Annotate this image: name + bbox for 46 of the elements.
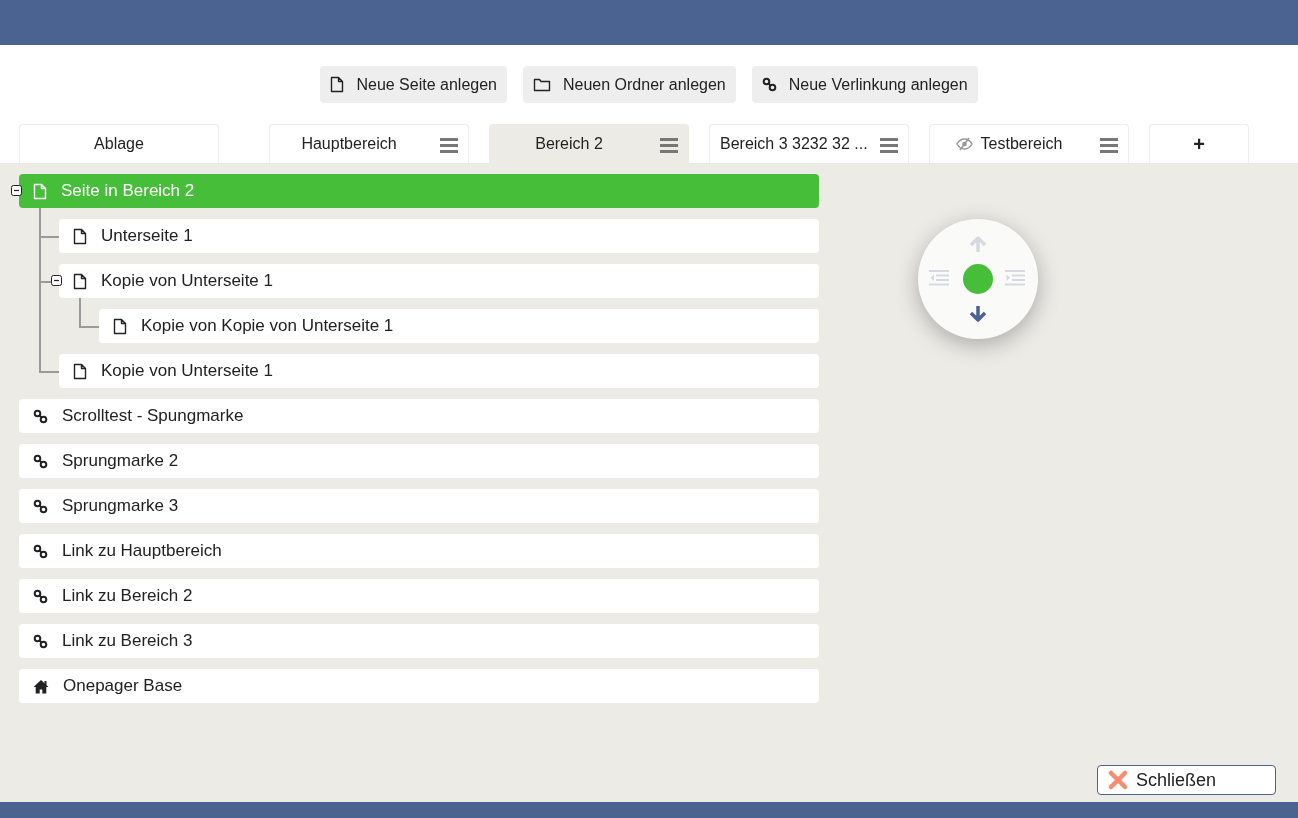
link-item[interactable]: Link zu Bereich 2 bbox=[19, 579, 819, 613]
house-icon bbox=[33, 678, 49, 694]
menu-icon bbox=[440, 137, 458, 153]
tab[interactable]: Bereich 3 3232 32 ... bbox=[709, 124, 909, 163]
move-down-button[interactable] bbox=[969, 305, 987, 323]
file-icon bbox=[73, 227, 87, 245]
add-tab[interactable]: + bbox=[1149, 124, 1249, 163]
link-item[interactable]: Sprungmarke 2 bbox=[19, 444, 819, 478]
chain-link-icon bbox=[33, 498, 48, 514]
new-item-button[interactable]: Neuen Ordner anlegen bbox=[523, 66, 736, 103]
link-item[interactable]: Link zu Hauptbereich bbox=[19, 534, 819, 568]
file-icon bbox=[330, 76, 345, 93]
close-button[interactable]: Schließen bbox=[1097, 765, 1276, 795]
menu-icon bbox=[660, 137, 678, 153]
chain-link-icon bbox=[33, 588, 48, 604]
file-icon bbox=[73, 362, 87, 380]
file-icon bbox=[113, 317, 127, 335]
page-item[interactable]: Unterseite 1 bbox=[59, 219, 819, 253]
menu-icon bbox=[880, 137, 898, 153]
chain-link-icon bbox=[33, 543, 48, 559]
tab[interactable]: Hauptbereich bbox=[269, 124, 469, 163]
eye-slash-icon bbox=[955, 136, 973, 152]
tab[interactable]: Testbereich bbox=[929, 124, 1129, 163]
new-item-button[interactable]: Neue Seite anlegen bbox=[320, 66, 507, 103]
center-dot bbox=[963, 264, 993, 294]
collapse-toggle-icon[interactable] bbox=[51, 275, 62, 286]
close-icon bbox=[1108, 770, 1128, 790]
file-icon bbox=[33, 182, 47, 200]
chain-link-icon bbox=[33, 453, 48, 469]
file-icon bbox=[73, 272, 87, 290]
collapse-toggle-icon[interactable] bbox=[11, 185, 22, 196]
folder-icon bbox=[533, 76, 551, 93]
tab[interactable]: Bereich 2 bbox=[489, 124, 689, 163]
chain-link-icon bbox=[33, 408, 48, 424]
tab[interactable]: Ablage bbox=[19, 124, 219, 163]
page-item[interactable]: Onepager Base bbox=[19, 669, 819, 703]
link-item[interactable]: Scrolltest - Spungmarke bbox=[19, 399, 819, 433]
link-item[interactable]: Link zu Bereich 3 bbox=[19, 624, 819, 658]
link-item[interactable]: Sprungmarke 3 bbox=[19, 489, 819, 523]
chain-link-icon bbox=[761, 77, 777, 92]
page-item[interactable]: Kopie von Unterseite 1 bbox=[59, 264, 819, 298]
new-item-button[interactable]: Neue Verlinkung anlegen bbox=[751, 66, 978, 103]
page-item[interactable]: Kopie von Kopie von Unterseite 1 bbox=[99, 309, 819, 343]
chain-link-icon bbox=[33, 633, 48, 649]
menu-icon bbox=[1100, 137, 1118, 153]
page-item[interactable]: Kopie von Unterseite 1 bbox=[59, 354, 819, 388]
